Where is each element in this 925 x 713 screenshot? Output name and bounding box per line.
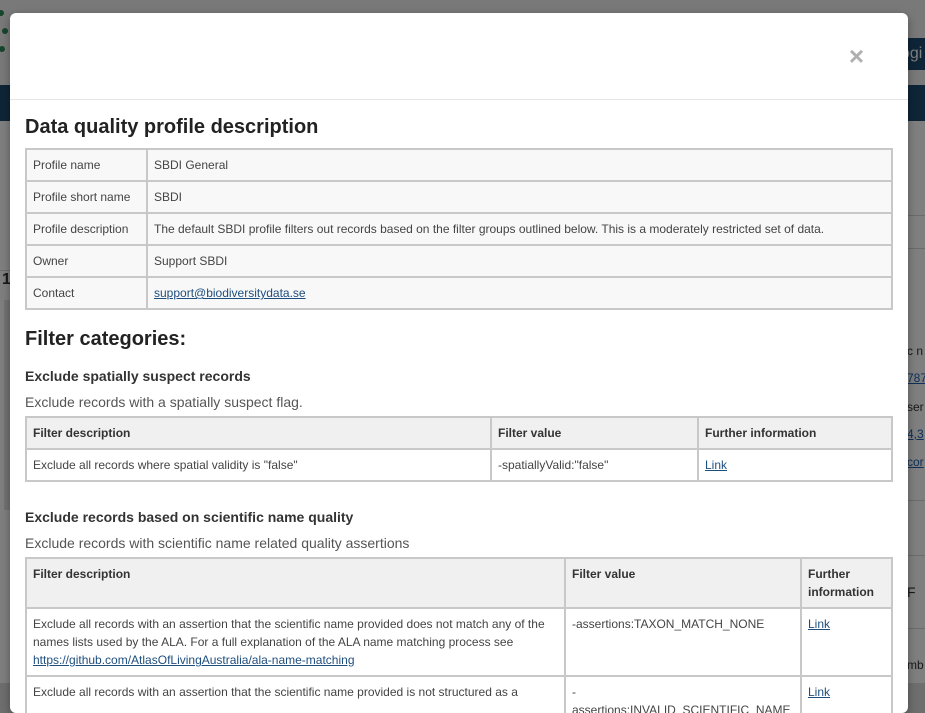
profile-value: SBDI General — [146, 148, 893, 182]
profile-key: Profile name — [25, 148, 148, 182]
column-header-value: Filter value — [564, 557, 802, 609]
filter-value: -spatiallyValid:"false" — [490, 448, 699, 482]
profile-table: Profile name SBDI General Profile short … — [25, 148, 893, 310]
filter-group-title: Exclude records based on scientific name… — [25, 509, 354, 525]
further-info-link[interactable]: Link — [808, 617, 830, 631]
column-header-description: Filter description — [25, 416, 492, 450]
table-header-row: Filter description Filter value Further … — [25, 416, 893, 450]
filter-table: Filter description Filter value Further … — [25, 557, 893, 713]
profile-value: The default SBDI profile filters out rec… — [146, 212, 893, 246]
column-header-info: Further information — [800, 557, 893, 609]
profile-key: Owner — [25, 244, 148, 278]
filter-description: Exclude all records where spatial validi… — [25, 448, 492, 482]
modal-header: × — [10, 13, 908, 100]
column-header-description: Filter description — [25, 557, 566, 609]
filter-group-description: Exclude records with scientific name rel… — [25, 535, 410, 551]
profile-value: Support SBDI — [146, 244, 893, 278]
further-info-link[interactable]: Link — [705, 458, 727, 472]
further-info: Link — [800, 607, 893, 677]
name-matching-link[interactable]: https://github.com/AtlasOfLivingAustrali… — [33, 653, 355, 667]
filter-group-title: Exclude spatially suspect records — [25, 368, 251, 384]
profile-modal: × Data quality profile description Profi… — [10, 13, 908, 713]
filter-description: Exclude all records with an assertion th… — [25, 607, 566, 677]
table-row: Exclude all records where spatial validi… — [25, 448, 893, 482]
table-row: Exclude all records with an assertion th… — [25, 675, 893, 713]
profile-key: Profile description — [25, 212, 148, 246]
column-header-info: Further information — [697, 416, 893, 450]
modal-body: Data quality profile description Profile… — [10, 100, 908, 713]
further-info: Link — [800, 675, 893, 713]
filter-categories-heading: Filter categories: — [25, 328, 187, 350]
table-row: Profile description The default SBDI pro… — [25, 212, 893, 246]
modal-title: Data quality profile description — [25, 116, 319, 138]
filter-value: -assertions:INVALID_SCIENTIFIC_NAME — [564, 675, 802, 713]
filter-value: -assertions:TAXON_MATCH_NONE — [564, 607, 802, 677]
table-row: Profile name SBDI General — [25, 148, 893, 182]
further-info: Link — [697, 448, 893, 482]
profile-key: Contact — [25, 276, 148, 310]
profile-value: support@biodiversitydata.se — [146, 276, 893, 310]
table-row: Exclude all records with an assertion th… — [25, 607, 893, 677]
close-icon[interactable]: × — [849, 43, 864, 69]
profile-key: Profile short name — [25, 180, 148, 214]
filter-group-description: Exclude records with a spatially suspect… — [25, 394, 303, 410]
further-info-link[interactable]: Link — [808, 685, 830, 699]
filter-table: Filter description Filter value Further … — [25, 416, 893, 482]
profile-value: SBDI — [146, 180, 893, 214]
filter-description: Exclude all records with an assertion th… — [25, 675, 566, 713]
table-row: Contact support@biodiversitydata.se — [25, 276, 893, 310]
column-header-value: Filter value — [490, 416, 699, 450]
table-header-row: Filter description Filter value Further … — [25, 557, 893, 609]
table-row: Owner Support SBDI — [25, 244, 893, 278]
filter-description-text: Exclude all records with an assertion th… — [33, 617, 545, 649]
contact-email-link[interactable]: support@biodiversitydata.se — [154, 286, 306, 300]
table-row: Profile short name SBDI — [25, 180, 893, 214]
